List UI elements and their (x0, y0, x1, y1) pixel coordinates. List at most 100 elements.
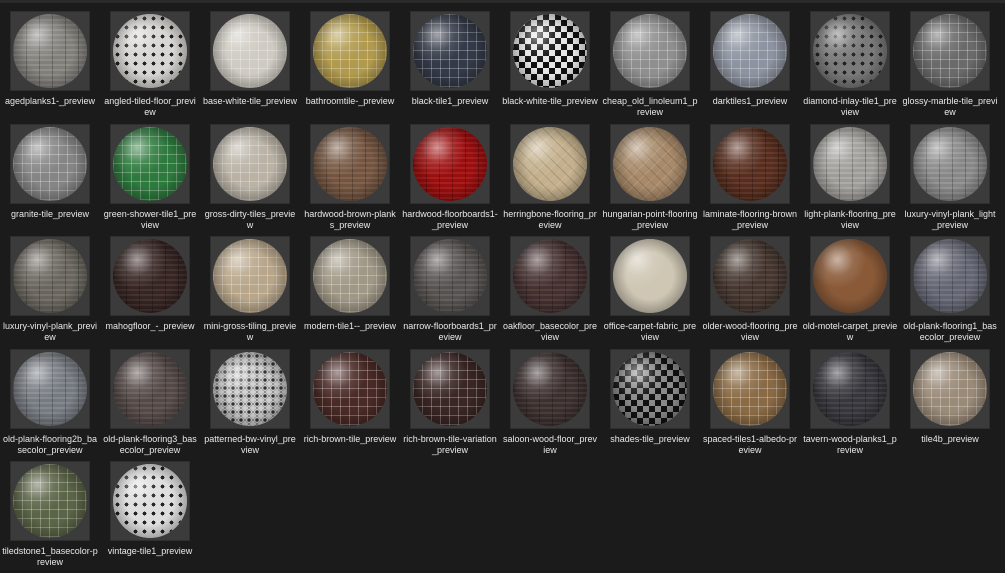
file-thumbnail (310, 348, 390, 429)
file-item[interactable]: light-plank-flooring_preview (800, 123, 900, 236)
material-sphere-preview (613, 126, 687, 201)
window-top-border (0, 0, 1005, 3)
file-thumbnail (110, 236, 190, 316)
file-name-label: old-motel-carpet_preview (802, 321, 898, 342)
file-item[interactable]: granite-tile_preview (0, 123, 100, 236)
file-name-label: vintage-tile1_preview (107, 546, 193, 556)
file-item[interactable]: old-plank-flooring2b_basecolor_preview (0, 348, 100, 461)
file-item[interactable]: hungarian-point-flooring_preview (600, 123, 700, 236)
file-item[interactable]: luxury-vinyl-plank_light_preview (900, 123, 1000, 236)
file-name-label: oakfloor_basecolor_preview (502, 321, 598, 342)
material-sphere-preview (513, 351, 587, 426)
file-name-label: luxury-vinyl-plank_light_preview (904, 208, 996, 230)
material-sphere-preview (413, 239, 487, 313)
file-item[interactable]: bathroomtile-_preview (300, 10, 400, 123)
file-name-label: glossy-marble-tile_preview (902, 96, 998, 117)
material-sphere-preview (713, 126, 787, 201)
file-item[interactable]: older-wood-flooring_preview (700, 235, 800, 348)
file-thumbnail (710, 11, 790, 91)
file-item[interactable]: black-white-tile_preview (500, 10, 600, 123)
file-item[interactable]: angled-tiled-floor_preview (100, 10, 200, 123)
material-sphere-preview (913, 351, 987, 426)
file-thumbnail (10, 348, 90, 429)
file-name-label: mini-gross-tiling_preview (203, 321, 297, 342)
material-sphere-preview (913, 239, 987, 313)
file-item[interactable]: herringbone-flooring_preview (500, 123, 600, 236)
file-item[interactable]: modern-tile1--_preview (300, 235, 400, 348)
file-name-label: patterned-bw-vinyl_preview (204, 433, 296, 455)
file-item[interactable]: darktiles1_preview (700, 10, 800, 123)
file-thumbnail (910, 11, 990, 91)
file-item[interactable]: laminate-flooring-brown_preview (700, 123, 800, 236)
file-item[interactable]: narrow-floorboards1_preview (400, 235, 500, 348)
file-thumbnail (710, 348, 790, 429)
file-name-label: old-plank-flooring2b_basecolor_preview (2, 433, 98, 455)
file-item[interactable]: old-plank-flooring1_basecolor_preview (900, 235, 1000, 348)
file-item[interactable]: hardwood-brown-planks_preview (300, 123, 400, 236)
file-item[interactable]: base-white-tile_preview (200, 10, 300, 123)
file-thumbnail (110, 348, 190, 429)
file-item[interactable]: mahogfloor_-_preview (100, 235, 200, 348)
file-name-label: black-white-tile_preview (502, 96, 598, 106)
file-name-label: hardwood-floorboards1-_preview (402, 208, 498, 230)
file-name-label: hungarian-point-flooring_preview (602, 208, 698, 230)
file-item[interactable]: luxury-vinyl-plank_preview (0, 235, 100, 348)
material-sphere-preview (213, 14, 287, 88)
file-item[interactable]: agedplanks1-_preview (0, 10, 100, 123)
file-name-label: mahogfloor_-_preview (105, 321, 195, 331)
material-sphere-preview (313, 14, 387, 88)
file-item[interactable]: spaced-tiles1-albedo-preview (700, 348, 800, 461)
file-name-label: rich-brown-tile_preview (303, 433, 397, 444)
file-item[interactable]: glossy-marble-tile_preview (900, 10, 1000, 123)
file-thumbnail (10, 123, 90, 204)
file-name-label: black-tile1_preview (411, 96, 489, 106)
file-item[interactable]: shades-tile_preview (600, 348, 700, 461)
file-item[interactable]: tiledstone1_basecolor-preview (0, 460, 100, 573)
file-item[interactable]: diamond-inlay-tile1_preview (800, 10, 900, 123)
file-thumbnail (710, 236, 790, 316)
material-sphere-preview (113, 239, 187, 313)
file-name-label: base-white-tile_preview (202, 96, 298, 106)
file-name-label: office-carpet-fabric_preview (603, 321, 697, 342)
file-name-label: laminate-flooring-brown_preview (702, 208, 798, 230)
file-thumbnail (410, 11, 490, 91)
material-sphere-preview (113, 464, 187, 538)
file-name-label: cheap_old_linoleum1_preview (602, 96, 698, 117)
file-item[interactable]: hardwood-floorboards1-_preview (400, 123, 500, 236)
material-sphere-preview (513, 239, 587, 313)
file-item[interactable]: cheap_old_linoleum1_preview (600, 10, 700, 123)
file-thumbnail (10, 461, 90, 541)
file-item[interactable]: saloon-wood-floor_preview (500, 348, 600, 461)
file-thumbnail (310, 11, 390, 91)
file-item[interactable]: old-plank-flooring3_basecolor_preview (100, 348, 200, 461)
material-sphere-preview (713, 351, 787, 426)
file-item[interactable]: rich-brown-tile_preview (300, 348, 400, 461)
file-thumbnail (410, 348, 490, 429)
file-item[interactable]: tavern-wood-planks1_preview (800, 348, 900, 461)
file-item[interactable]: old-motel-carpet_preview (800, 235, 900, 348)
file-item[interactable]: mini-gross-tiling_preview (200, 235, 300, 348)
file-name-label: herringbone-flooring_preview (503, 208, 597, 230)
material-sphere-preview (813, 239, 887, 313)
material-sphere-preview (613, 14, 687, 88)
file-item[interactable]: tile4b_preview (900, 348, 1000, 461)
material-sphere-preview (813, 126, 887, 201)
file-item[interactable]: black-tile1_preview (400, 10, 500, 123)
material-sphere-preview (113, 126, 187, 201)
file-name-label: older-wood-flooring_preview (702, 321, 798, 342)
material-sphere-preview (13, 464, 87, 538)
file-item[interactable]: patterned-bw-vinyl_preview (200, 348, 300, 461)
file-thumbnail (210, 11, 290, 91)
file-name-label: spaced-tiles1-albedo-preview (702, 433, 798, 455)
file-item[interactable]: vintage-tile1_preview (100, 460, 200, 573)
file-thumbnail (410, 123, 490, 204)
material-sphere-preview (113, 14, 187, 88)
file-item[interactable]: office-carpet-fabric_preview (600, 235, 700, 348)
file-thumbnail (810, 11, 890, 91)
file-item[interactable]: gross-dirty-tiles_preview (200, 123, 300, 236)
file-item[interactable]: oakfloor_basecolor_preview (500, 235, 600, 348)
file-name-label: saloon-wood-floor_preview (502, 433, 598, 455)
file-name-label: bathroomtile-_preview (305, 96, 395, 106)
file-item[interactable]: green-shower-tile1_preview (100, 123, 200, 236)
file-item[interactable]: rich-brown-tile-variation_preview (400, 348, 500, 461)
